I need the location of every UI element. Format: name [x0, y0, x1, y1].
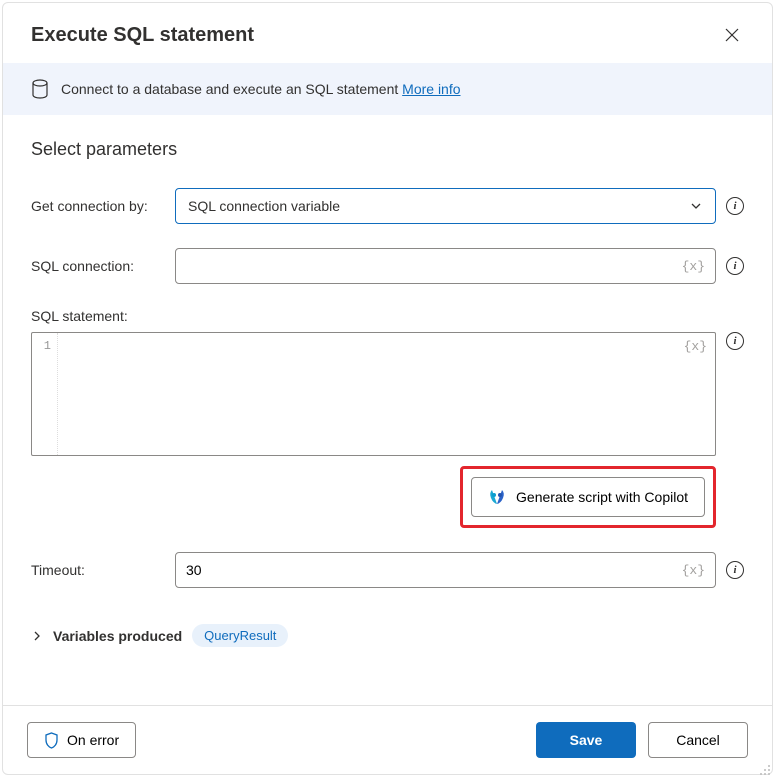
cancel-button[interactable]: Cancel [648, 722, 748, 758]
info-banner: Connect to a database and execute an SQL… [3, 63, 772, 115]
sql-connection-input[interactable] [186, 258, 682, 274]
variable-picker-icon[interactable]: {x} [682, 563, 705, 578]
get-connection-by-info-icon[interactable]: i [726, 197, 744, 215]
shield-icon [44, 732, 59, 749]
timeout-input-wrapper: {x} [175, 552, 716, 588]
chevron-down-icon [689, 199, 703, 213]
copilot-row: Generate script with Copilot [31, 466, 744, 528]
info-banner-text: Connect to a database and execute an SQL… [61, 81, 461, 97]
dialog-footer: On error Save Cancel [3, 705, 772, 774]
timeout-info-icon[interactable]: i [726, 561, 744, 579]
footer-actions: Save Cancel [536, 722, 748, 758]
generate-script-copilot-button[interactable]: Generate script with Copilot [471, 477, 705, 517]
close-button[interactable] [720, 23, 744, 47]
variables-expand-toggle[interactable] [31, 630, 43, 642]
variable-picker-icon[interactable]: {x} [684, 339, 707, 354]
variables-produced-row: Variables produced QueryResult [31, 624, 744, 647]
sql-connection-row: SQL connection: {x} i [31, 248, 744, 284]
variable-badge-queryresult[interactable]: QueryResult [192, 624, 288, 647]
code-area[interactable]: {x} [58, 333, 715, 455]
timeout-row: Timeout: {x} i [31, 552, 744, 588]
sql-connection-label: SQL connection: [31, 258, 167, 274]
get-connection-by-select[interactable]: SQL connection variable [175, 188, 716, 224]
copilot-icon [488, 488, 506, 506]
save-button[interactable]: Save [536, 722, 636, 758]
dialog-header: Execute SQL statement [3, 3, 772, 63]
dialog-content: Select parameters Get connection by: SQL… [3, 115, 772, 705]
execute-sql-dialog: Execute SQL statement Connect to a datab… [2, 2, 773, 775]
get-connection-by-value: SQL connection variable [188, 198, 340, 214]
on-error-label: On error [67, 732, 119, 748]
dialog-title: Execute SQL statement [31, 24, 254, 47]
sql-connection-info-icon[interactable]: i [726, 257, 744, 275]
code-gutter: 1 [32, 333, 58, 455]
get-connection-by-row: Get connection by: SQL connection variab… [31, 188, 744, 224]
on-error-button[interactable]: On error [27, 722, 136, 758]
info-banner-message: Connect to a database and execute an SQL… [61, 81, 402, 97]
timeout-input[interactable] [186, 562, 682, 578]
sql-statement-label: SQL statement: [31, 308, 128, 324]
sql-statement-info-icon[interactable]: i [726, 332, 744, 350]
resize-grip[interactable] [759, 763, 771, 775]
database-icon [31, 79, 49, 99]
variable-picker-icon[interactable]: {x} [682, 259, 705, 274]
close-icon [724, 27, 740, 43]
chevron-right-icon [31, 630, 43, 642]
sql-statement-block: SQL statement: 1 {x} i [31, 308, 744, 456]
section-title: Select parameters [31, 139, 744, 160]
variables-produced-label: Variables produced [53, 628, 182, 644]
get-connection-by-label: Get connection by: [31, 198, 167, 214]
copilot-highlight-box: Generate script with Copilot [460, 466, 716, 528]
sql-statement-editor[interactable]: 1 {x} [31, 332, 716, 456]
more-info-link[interactable]: More info [402, 81, 460, 97]
timeout-label: Timeout: [31, 562, 167, 578]
sql-connection-input-wrapper: {x} [175, 248, 716, 284]
copilot-button-label: Generate script with Copilot [516, 489, 688, 505]
